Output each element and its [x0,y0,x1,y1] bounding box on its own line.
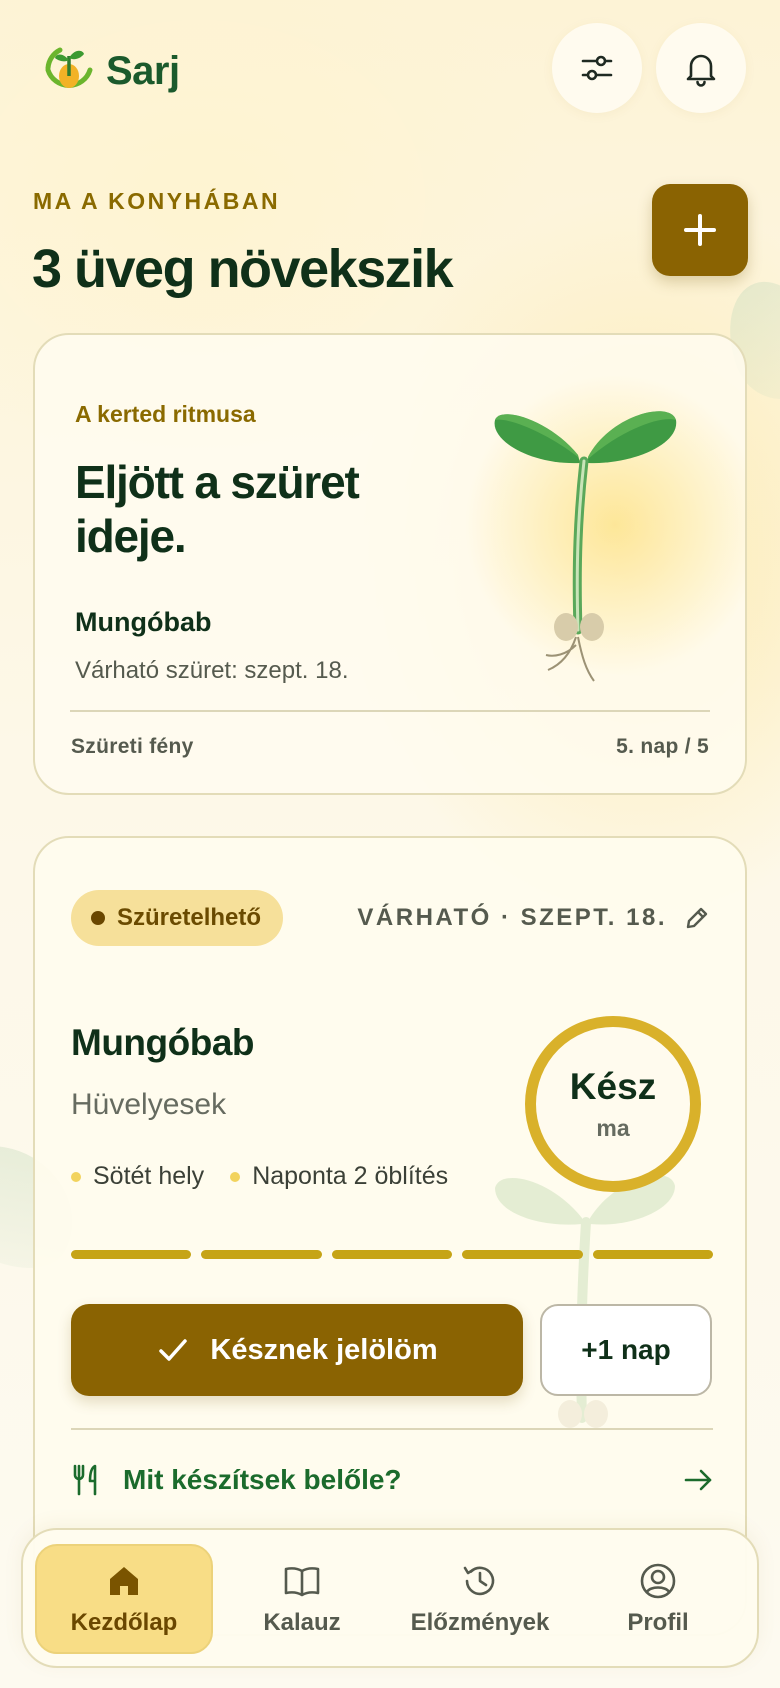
crop-name: Mungóbab [75,607,212,637]
nav-item-label: Előzmények [410,1609,550,1636]
readiness-status: Kész [569,1065,657,1107]
divider [70,710,710,712]
care-tags: Sötét hely Naponta 2 öblítés [71,1162,448,1191]
bottom-navigation: Kezdőlap Kalauz Előzmények Profil [21,1528,759,1668]
pencil-icon[interactable] [683,904,711,932]
checkmark-icon [159,1339,188,1361]
plus-icon [684,214,716,246]
care-tag-label: Naponta 2 öblítés [252,1162,449,1190]
progress-segment [462,1250,583,1259]
divider [71,1428,713,1430]
filter-button[interactable] [552,23,642,113]
add-jar-button[interactable] [652,184,748,276]
fork-knife-icon [73,1464,97,1496]
care-tag: Sötét hely [71,1162,204,1191]
notifications-button[interactable] [656,23,746,113]
expected-date-label: VÁRHATÓ · SZEPT. 18. [357,904,667,931]
progress-segment [71,1250,192,1259]
nav-item-home[interactable]: Kezdőlap [35,1544,213,1654]
day-counter: 5. nap / 5 [616,735,709,758]
mark-ready-label: Késznek jelölöm [210,1333,438,1366]
harvest-light-label: Szüreti fény [71,735,194,758]
nav-item-history[interactable]: Előzmények [391,1544,569,1654]
nav-item-label: Profil [627,1609,689,1636]
home-icon [110,1567,138,1595]
progress-segment [592,1250,714,1259]
care-tag: Naponta 2 öblítés [230,1162,448,1191]
nav-item-label: Kezdőlap [70,1609,178,1636]
care-tag-label: Sötét hely [93,1162,205,1190]
nav-item-label: Kalauz [263,1609,341,1636]
book-icon [284,1567,320,1597]
readiness-when: ma [596,1114,630,1141]
growth-progress [71,1250,714,1259]
status-badge: Szüretelhető [71,890,284,946]
sprout-illustration [494,411,677,682]
expected-date-editor[interactable]: VÁRHATÓ · SZEPT. 18. [357,904,711,932]
harvest-rhythm-card[interactable]: A kerted ritmusa Eljött a szüret ideje. … [33,333,747,795]
status-dot [91,911,105,925]
jar-family: Hüvelyesek [71,1088,227,1121]
progress-segment [201,1250,322,1259]
recipe-suggestions-link[interactable]: Mit készítsek belőle? [71,1450,713,1510]
expected-harvest: Várható szüret: szept. 18. [75,657,349,684]
jar-name: Mungóbab [71,1022,255,1063]
sliders-icon [581,55,613,81]
tag-dot [230,1171,241,1182]
card-kicker: A kerted ritmusa [75,401,256,427]
readiness-ring: Kész ma [525,1016,701,1192]
nav-item-guide[interactable]: Kalauz [213,1544,391,1654]
page-title: 3 üveg növekszik [32,239,454,299]
history-icon [463,1566,495,1596]
mark-ready-button[interactable]: Késznek jelölöm [71,1304,523,1396]
card-headline: Eljött a szüret ideje. [75,456,360,562]
sprout-logo-icon [45,47,93,88]
status-label: Szüretelhető [117,904,262,931]
section-eyebrow: MA A KONYHÁBAN [33,188,281,214]
progress-segment [331,1250,453,1259]
bell-icon [686,54,716,87]
arrow-right-icon [684,1469,712,1491]
nav-item-profile[interactable]: Profil [569,1544,747,1654]
tag-dot [71,1171,81,1182]
app-header: Sarj [0,0,780,140]
recipe-link-label: Mit készítsek belőle? [123,1464,402,1495]
app-name: Sarj [106,48,180,93]
add-day-button[interactable]: +1 nap [540,1304,712,1396]
add-day-label: +1 nap [581,1334,671,1365]
jar-card[interactable]: Szüretelhető VÁRHATÓ · SZEPT. 18. Mungób… [33,836,747,1636]
profile-icon [640,1563,676,1599]
app-logo[interactable]: Sarj [40,42,180,100]
